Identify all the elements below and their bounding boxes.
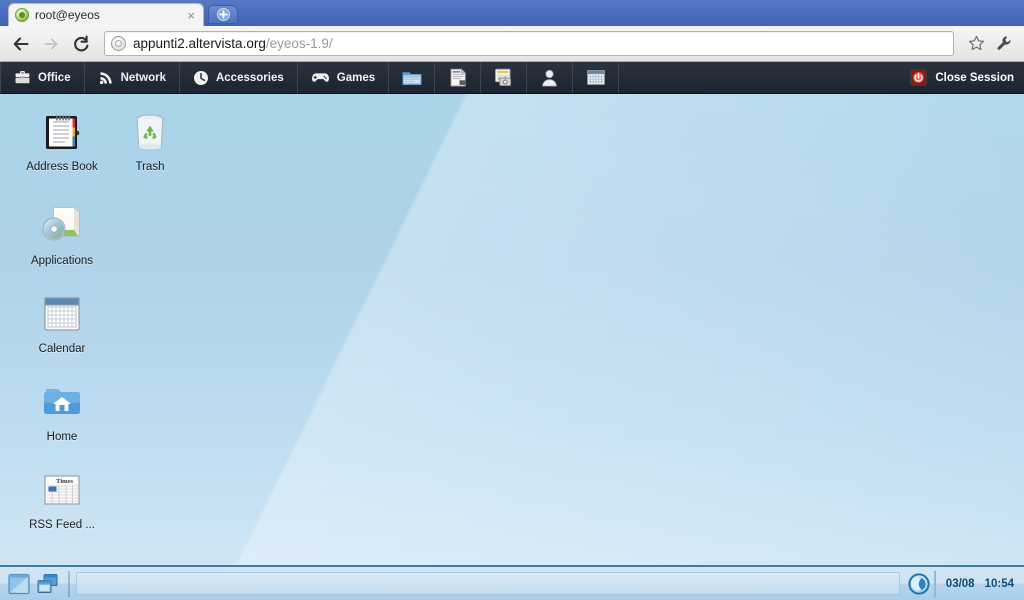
plus-icon <box>216 8 230 21</box>
reload-icon <box>73 35 88 51</box>
rss-feed-icon: Times <box>38 466 86 514</box>
desktop-icon-calendar[interactable]: Calendar <box>16 290 108 356</box>
forward-arrow-icon <box>44 38 58 49</box>
calendar-desktop-icon <box>38 290 86 338</box>
browser-tab[interactable]: root@eyeos × <box>8 3 204 26</box>
messenger-icon[interactable] <box>904 569 934 599</box>
address-book-icon <box>38 108 86 156</box>
globe-icon <box>111 36 126 51</box>
quicklaunch-calendar[interactable] <box>573 62 620 93</box>
chrome-menu-button[interactable] <box>992 31 1016 57</box>
contacts-icon <box>542 70 557 87</box>
desktop-icon-trash[interactable]: Trash <box>104 108 196 174</box>
menu-network-label: Network <box>120 71 166 84</box>
wrench-icon <box>997 36 1010 50</box>
tab-title: root@eyeos <box>35 8 100 22</box>
taskbar-launchers <box>0 573 66 595</box>
desktop-icon-rss-feed[interactable]: Times RSS Feed ... <box>16 466 108 532</box>
url-path: /eyeos-1.9/ <box>265 36 333 51</box>
back-arrow-icon <box>13 36 29 51</box>
menubar-spacer <box>619 62 902 93</box>
desktop-icon-label: RSS Feed ... <box>29 519 95 531</box>
desktop-icon-applications[interactable]: Applications <box>16 202 108 268</box>
applications-icon <box>38 202 86 250</box>
close-icon[interactable]: × <box>185 9 197 22</box>
clock-date: 03/08 <box>945 577 975 590</box>
bookmark-button[interactable] <box>964 31 988 57</box>
desktop-icon-address-book[interactable]: Address Book <box>16 108 108 174</box>
menu-accessories-label: Accessories <box>215 71 284 84</box>
eyeos-desktop[interactable]: Address Book Trash Applications Calendar… <box>0 94 1024 565</box>
taskbar-separator <box>68 570 70 597</box>
menu-games[interactable]: Games <box>298 62 390 93</box>
back-button[interactable] <box>8 31 34 57</box>
new-tab-button[interactable] <box>208 5 238 24</box>
reload-button[interactable] <box>68 31 94 57</box>
tab-strip: root@eyeos × <box>0 0 1024 26</box>
desktop-icon-label: Applications <box>30 255 93 267</box>
taskbar-window-list[interactable] <box>76 572 900 595</box>
clock-time: 10:54 <box>984 577 1014 590</box>
text-editor-icon <box>450 68 466 87</box>
eyeos-menubar: Office Network Accessories Games Close S… <box>0 62 1024 94</box>
menu-games-label: Games <box>336 71 376 84</box>
briefcase-icon <box>15 71 30 84</box>
desktop-icon-label: Trash <box>135 161 165 173</box>
desktop-icon-home[interactable]: Home <box>16 378 108 444</box>
eyeos-favicon <box>15 8 29 22</box>
image-viewer-icon <box>495 68 512 87</box>
browser-window: root@eyeos × appunti2.altervista.org/eye… <box>0 0 1024 600</box>
menu-network[interactable]: Network <box>85 62 180 93</box>
quicklaunch-contacts[interactable] <box>527 62 574 93</box>
quicklaunch-text-editor[interactable] <box>435 62 482 93</box>
close-session-label: Close Session <box>935 71 1014 84</box>
url-text: appunti2.altervista.org/eyeos-1.9/ <box>133 36 333 51</box>
quicklaunch-image-viewer[interactable] <box>481 62 528 93</box>
close-session-button[interactable]: Close Session <box>902 62 1024 93</box>
desktop-icon-label: Address Book <box>26 161 98 173</box>
window-switcher-icon[interactable] <box>36 573 58 595</box>
star-icon <box>968 35 984 51</box>
quicklaunch-file-manager[interactable] <box>389 62 436 93</box>
menu-office-label: Office <box>38 71 71 84</box>
trash-icon <box>126 108 174 156</box>
file-manager-icon <box>402 71 422 85</box>
taskbar-tray <box>904 569 934 599</box>
desktop-icon-label: Home <box>46 431 78 443</box>
browser-toolbar: appunti2.altervista.org/eyeos-1.9/ <box>0 26 1024 62</box>
rss-icon <box>99 71 112 84</box>
gamepad-icon <box>311 73 329 82</box>
svg-text:Times: Times <box>56 478 73 485</box>
clock-icon <box>193 70 208 85</box>
show-desktop-icon[interactable] <box>8 573 30 595</box>
menu-office[interactable]: Office <box>0 62 85 93</box>
forward-button[interactable] <box>38 31 64 57</box>
menu-accessories[interactable]: Accessories <box>180 62 298 93</box>
url-host: appunti2.altervista.org <box>133 36 266 51</box>
eyeos-taskbar: 03/08 10:54 <box>0 565 1024 600</box>
power-icon <box>910 69 928 86</box>
taskbar-clock[interactable]: 03/08 10:54 <box>933 570 1024 597</box>
home-folder-icon <box>38 378 86 426</box>
desktop-icon-label: Calendar <box>38 343 86 355</box>
calendar-icon <box>586 70 605 85</box>
address-bar[interactable]: appunti2.altervista.org/eyeos-1.9/ <box>104 31 954 56</box>
